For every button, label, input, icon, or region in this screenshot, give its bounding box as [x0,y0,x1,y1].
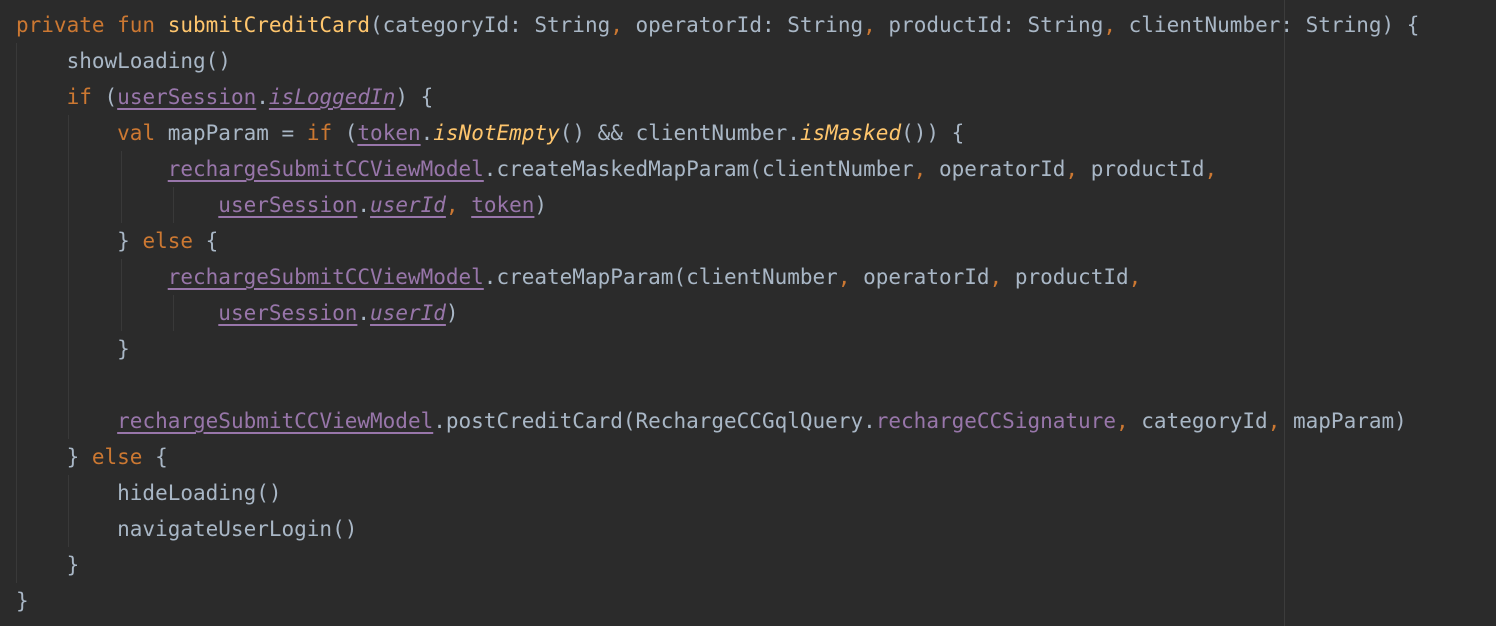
code-text: ) [445,301,459,325]
code-line[interactable]: userSession.userId, token) [16,187,1419,223]
comma-token: , [1267,409,1293,433]
code-line[interactable]: showLoading() [16,43,1419,79]
code-text: clientNumber: String) { [1128,13,1420,37]
extension-call-token: isNotEmpty [433,121,560,145]
comma-token: , [1204,157,1218,181]
keyword-token: else [142,229,206,253]
code-line[interactable]: if (userSession.isLoggedIn) { [16,79,1419,115]
code-text: mapParam = [167,121,307,145]
code-line[interactable]: private fun submitCreditCard(categoryId:… [16,7,1419,43]
comma-token: , [1065,157,1091,181]
property-token: userSession [218,193,358,217]
code-text: . [420,121,434,145]
code-line[interactable]: } [16,583,1419,619]
keyword-token: val [117,121,168,145]
code-text: () && clientNumber. [559,121,800,145]
code-text: ( [344,121,358,145]
code-text: ) { [395,85,434,109]
code-text: } [16,589,29,613]
code-text: hideLoading() [16,481,282,505]
code-line[interactable]: rechargeSubmitCCViewModel.createMapParam… [16,259,1419,295]
code-text: . [256,85,269,109]
code-text: } [16,229,143,253]
property-token: token [471,193,535,217]
code-line[interactable]: userSession.userId) [16,295,1419,331]
keyword-token: if [66,85,105,109]
code-text: } [16,337,130,361]
property-token: userSession [218,301,358,325]
code-text: . [357,301,371,325]
code-text: .postCreditCard(RechargeCCGqlQuery. [433,409,876,433]
property-token: rechargeSubmitCCViewModel [167,265,484,289]
code-text: showLoading() [16,49,231,73]
code-text: operatorId: String [635,13,864,37]
comma-token: , [989,265,1015,289]
code-area[interactable]: private fun submitCreditCard(categoryId:… [16,7,1419,619]
static-property-token: rechargeCCSignature [875,409,1116,433]
comma-token: , [445,193,472,217]
code-line[interactable]: } [16,547,1419,583]
code-text: productId [1014,265,1129,289]
code-editor[interactable]: private fun submitCreditCard(categoryId:… [0,0,1496,626]
extension-call-token: isMasked [799,121,902,145]
code-text: { [205,229,219,253]
function-name-token: submitCreditCard [167,13,371,37]
keyword-token: else [91,445,156,469]
property-token: userId [370,193,446,217]
code-text: ( [104,85,118,109]
code-text: productId [1090,157,1205,181]
property-token: isLoggedIn [268,85,396,109]
code-text: ()) { [901,121,965,145]
code-line[interactable]: } [16,331,1419,367]
code-text: operatorId [938,157,1066,181]
code-text: . [357,193,371,217]
code-line[interactable]: } else { [16,439,1419,475]
code-text: (categoryId: String [370,13,611,37]
code-line[interactable] [16,367,1419,403]
comma-token: , [1128,265,1142,289]
code-text: .createMaskedMapParam(clientNumber [483,157,914,181]
property-token: rechargeSubmitCCViewModel [117,409,434,433]
comma-token: , [837,265,864,289]
comma-token: , [1115,409,1142,433]
code-text: { [155,445,168,469]
code-text: .createMapParam(clientNumber [483,265,838,289]
code-text: operatorId [863,265,990,289]
code-text: productId: String [888,13,1104,37]
comma-token: , [610,13,636,37]
code-text: categoryId [1141,409,1268,433]
property-token: rechargeSubmitCCViewModel [167,157,484,181]
code-text: } [16,553,80,577]
keyword-token: private fun [16,13,168,37]
comma-token: , [863,13,889,37]
code-text: mapParam) [1293,409,1407,433]
code-line[interactable]: } else { [16,223,1419,259]
keyword-token: if [306,121,345,145]
code-line[interactable]: hideLoading() [16,475,1419,511]
code-line[interactable]: val mapParam = if (token.isNotEmpty() &&… [16,115,1419,151]
property-token: userId [370,301,446,325]
code-line[interactable]: rechargeSubmitCCViewModel.createMaskedMa… [16,151,1419,187]
comma-token: , [913,157,939,181]
property-token: token [357,121,421,145]
property-token: userSession [117,85,257,109]
comma-token: , [1103,13,1129,37]
code-text: navigateUserLogin() [16,517,358,541]
code-text: } [16,445,92,469]
code-text: ) [534,193,548,217]
code-line[interactable]: rechargeSubmitCCViewModel.postCreditCard… [16,403,1419,439]
code-line[interactable]: navigateUserLogin() [16,511,1419,547]
